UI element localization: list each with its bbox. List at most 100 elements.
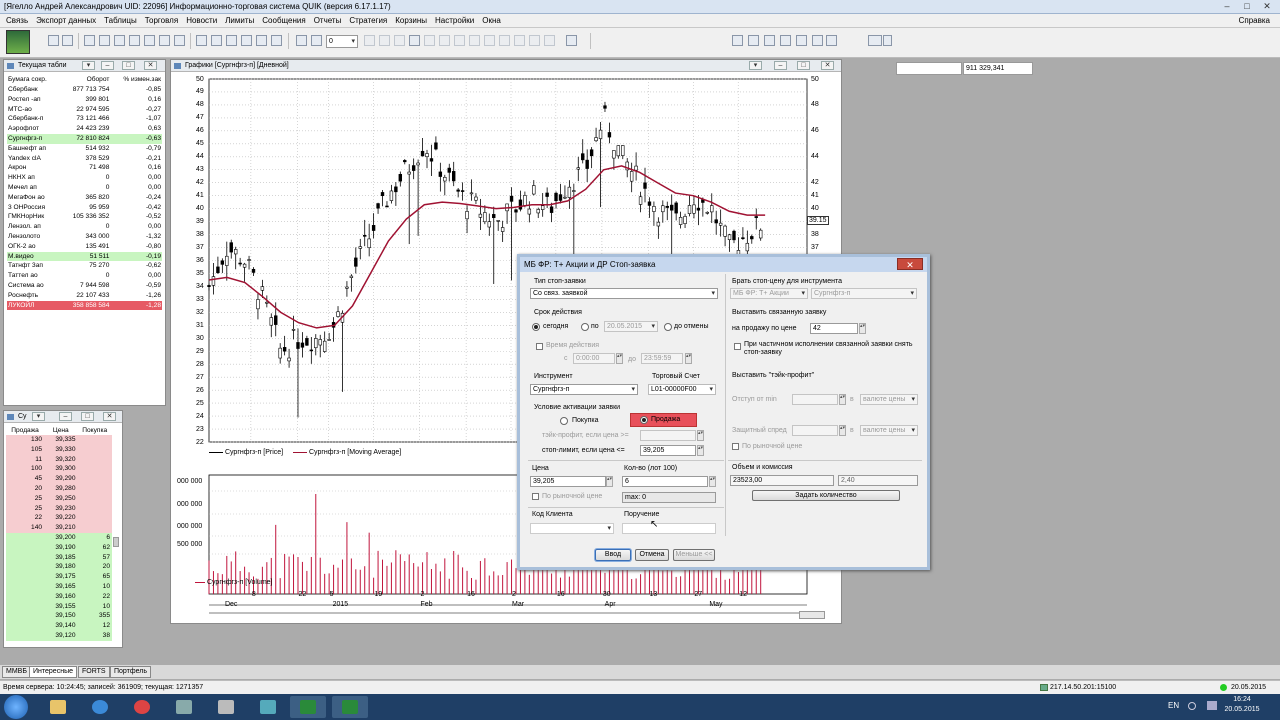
price-input[interactable]: 39,205 (530, 476, 606, 487)
spread-spinner[interactable]: ▴▾ (839, 425, 846, 436)
toolbar-hand-icon[interactable] (409, 35, 420, 46)
orderbook-row[interactable]: 39,180 20 (6, 562, 112, 573)
offset-unit-select[interactable]: валюте цены (860, 394, 918, 405)
menu-item[interactable]: Сообщения (258, 16, 309, 25)
toolbar-table-icon[interactable] (129, 35, 140, 46)
menu-item[interactable]: Отчеты (310, 16, 346, 25)
column-header[interactable]: Оборот (60, 74, 110, 85)
orderbook-row[interactable]: 39,190 62 (6, 542, 112, 553)
table-row[interactable]: ОГК-2 ао 135 491 -0,80 (7, 242, 162, 252)
comment-input[interactable] (622, 523, 716, 534)
toolbar-news-icon[interactable] (826, 35, 837, 46)
menu-item[interactable]: Новости (182, 16, 221, 25)
orderbook-title[interactable]: Су ▾ – □ ✕ (4, 411, 122, 423)
network-icon[interactable] (1207, 701, 1217, 710)
orderbook-row[interactable]: 39,175 65 (6, 572, 112, 582)
table-row[interactable]: Лензолото 343 000 -1,32 (7, 232, 162, 242)
toolbar-connect-icon[interactable] (48, 35, 59, 46)
tab-micex[interactable]: ММВБ (2, 666, 31, 678)
menu-item[interactable]: Связь (2, 16, 32, 25)
table-row[interactable]: М.видео 51 511 -0,19 (7, 251, 162, 262)
market-price2-checkbox[interactable] (732, 443, 739, 450)
toolbar-tools-icon[interactable] (566, 35, 577, 46)
taskbar-app-icon[interactable] (208, 696, 244, 718)
orderbook-row[interactable]: 39,140 12 (6, 621, 112, 631)
toolbar-table-icon[interactable] (174, 35, 185, 46)
add-icon[interactable] (868, 35, 882, 46)
toolbar-chart-icon[interactable] (311, 35, 322, 46)
minimize-icon[interactable]: – (101, 61, 114, 70)
orderbook-row[interactable]: 22 39,220 (6, 513, 112, 524)
toolbar-news-icon[interactable] (748, 35, 759, 46)
toolbar-draw-icon[interactable] (256, 35, 267, 46)
taskbar-app-icon[interactable] (166, 696, 202, 718)
chart-window-title[interactable]: Графики [Сургнфгз-п] [Дневной] ▾ – □ ✕ (171, 60, 841, 72)
orderbook-row[interactable]: 45 39,290 (6, 474, 112, 484)
toolbar-field[interactable] (896, 62, 962, 75)
table-row[interactable]: ЛУКОЙЛ 358 858 584 -1,28 (7, 300, 162, 311)
toolbar-draw-icon[interactable] (241, 35, 252, 46)
orderbook-row[interactable]: 20 39,280 (6, 483, 112, 494)
partial-exec-checkbox[interactable] (734, 343, 741, 350)
menu-item[interactable]: Корзины (391, 16, 431, 25)
maximize-icon[interactable]: □ (797, 61, 810, 70)
table-row[interactable]: Сбербанк-п 73 121 466 -1,07 (7, 114, 162, 124)
clock-time[interactable]: 16:24 (1222, 696, 1262, 703)
table-row[interactable]: Акрон 71 498 0,16 (7, 163, 162, 173)
time-from-input[interactable]: 0:00:00 (573, 353, 615, 364)
clock-date[interactable]: 20.05.2015 (1222, 706, 1262, 713)
less-button[interactable]: Меньше << (673, 549, 715, 561)
orderbook-row[interactable]: 105 39,330 (6, 444, 112, 455)
set-qty-button[interactable]: Задать количество (752, 490, 900, 501)
maximize-icon[interactable]: □ (122, 61, 135, 70)
table-row[interactable]: Таттел ао 0 0,00 (7, 271, 162, 281)
menu-item[interactable]: Лимиты (221, 16, 258, 25)
orderbook-row[interactable]: 39,185 57 (6, 552, 112, 563)
menu-item[interactable]: Настройки (431, 16, 478, 25)
toolbar-table-icon[interactable] (99, 35, 110, 46)
orderbook-row[interactable]: 100 39,300 (6, 464, 112, 475)
minimize-icon[interactable]: – (59, 412, 72, 421)
taskbar-quik-icon[interactable] (290, 696, 326, 718)
toolbar-text-icon[interactable] (211, 35, 222, 46)
table-row[interactable]: 3 ОНРоссия 95 959 -0,42 (7, 203, 162, 213)
sell-price-spinner[interactable]: ▴▾ (859, 323, 866, 334)
orderbook-row[interactable]: 39,150 355 (6, 611, 112, 622)
dialog-title[interactable]: МБ ФР: Т+ Акции и ДР Стоп-заявка (520, 257, 927, 272)
market-price-checkbox[interactable] (532, 493, 539, 500)
stop-price-spinner[interactable]: ▴▾ (697, 445, 704, 456)
close-icon[interactable]: ✕ (897, 258, 923, 270)
taskbar-quik-icon[interactable] (332, 696, 368, 718)
time-to-spinner[interactable]: ▴▾ (685, 353, 692, 364)
column-header[interactable]: % измен.зак (110, 74, 162, 85)
close-icon[interactable]: ✕ (821, 61, 834, 70)
orderbook-row[interactable]: 25 39,230 (6, 503, 112, 514)
table-row[interactable]: НКНХ ап 0 0,00 (7, 173, 162, 183)
table-row[interactable]: МТС-ао 22 974 595 -0,27 (7, 105, 162, 115)
orderbook-row[interactable]: 130 39,335 (6, 435, 112, 445)
take-price-class-select[interactable]: МБ ФР: Т+ Акции (730, 288, 808, 299)
menu-item[interactable]: Стратегия (345, 16, 391, 25)
tray-icon[interactable] (1188, 702, 1196, 710)
language-indicator[interactable]: EN (1168, 701, 1179, 710)
qty-spinner[interactable]: ▴▾ (709, 476, 716, 487)
qty-input[interactable]: 6 (622, 476, 708, 487)
pin-icon[interactable]: ▾ (82, 61, 95, 70)
toolbar-draw-icon[interactable] (271, 35, 282, 46)
orderbook-row[interactable]: 39,165 10 (6, 581, 112, 592)
orderbook-row[interactable]: 39,160 22 (6, 591, 112, 602)
date-input[interactable]: 20.05.2015 (604, 321, 658, 332)
toolbar-draw-icon[interactable] (226, 35, 237, 46)
tab-interesting[interactable]: Интересные (29, 666, 77, 678)
buy-radio[interactable] (560, 417, 568, 425)
take-profit-price-input[interactable] (640, 430, 696, 441)
current-table-title[interactable]: Текущая табли ▾ – □ ✕ (4, 60, 165, 72)
client-code-select[interactable] (530, 523, 614, 534)
spread-unit-select[interactable]: валюте цены (860, 425, 918, 436)
toolbar-table-icon[interactable] (84, 35, 95, 46)
table-row[interactable]: Лензол. ап 0 0,00 (7, 222, 162, 232)
sell-price-input[interactable]: 42 (810, 323, 858, 334)
price-spinner[interactable]: ▴▾ (606, 476, 613, 487)
offset-spinner[interactable]: ▴▾ (839, 394, 846, 405)
maximize-icon[interactable]: □ (81, 412, 94, 421)
